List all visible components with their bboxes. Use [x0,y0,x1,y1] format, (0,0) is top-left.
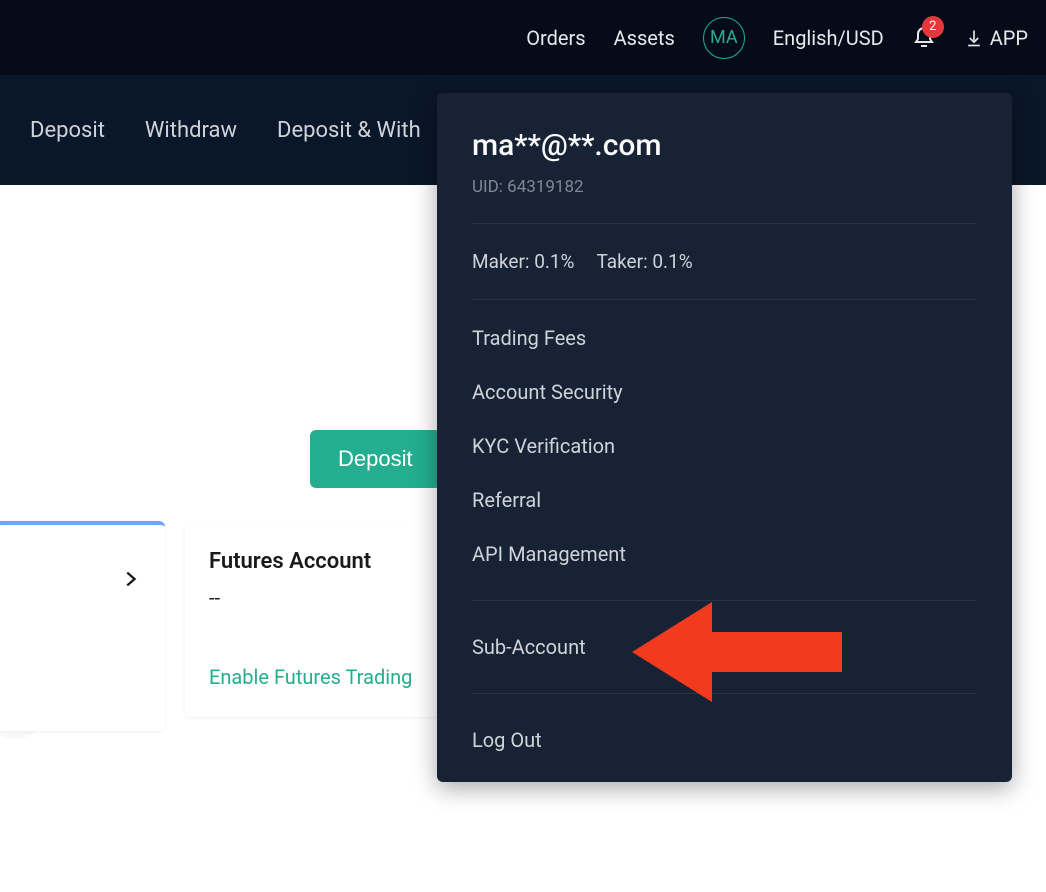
divider [472,223,977,224]
deposit-button[interactable]: Deposit [310,430,441,488]
subnav-deposit-withdraw-history[interactable]: Deposit & With [277,118,421,143]
divider [472,299,977,300]
subnav-deposit[interactable]: Deposit [30,118,105,143]
account-uid: UID: 64319182 [472,177,977,197]
maker-fee: Maker: 0.1% [472,250,574,273]
futures-card-value: -- [209,586,421,610]
menu-kyc-verification[interactable]: KYC Verification [472,434,977,458]
chevron-right-icon [119,565,141,593]
avatar-initials: MA [710,27,738,48]
fee-rates: Maker: 0.1% Taker: 0.1% [472,250,977,273]
notifications-button[interactable]: 2 [912,26,936,50]
account-email: ma**@**.com [472,128,977,163]
futures-account-card[interactable]: Futures Account -- Enable Futures Tradin… [185,521,445,717]
subnav-withdraw[interactable]: Withdraw [145,118,237,143]
taker-fee: Taker: 0.1% [596,250,692,273]
account-menu: Trading Fees Account Security KYC Verifi… [472,326,977,752]
divider [472,693,977,694]
download-icon [964,28,984,48]
notification-badge: 2 [922,16,944,38]
account-cards-row: Futures Account -- Enable Futures Tradin… [0,521,445,731]
divider [472,600,977,601]
account-dropdown: ma**@**.com UID: 64319182 Maker: 0.1% Ta… [437,93,1012,782]
language-currency-selector[interactable]: English/USD [773,26,884,50]
avatar[interactable]: MA [703,17,745,59]
futures-card-title: Futures Account [209,549,421,574]
menu-account-security[interactable]: Account Security [472,380,977,404]
enable-futures-link[interactable]: Enable Futures Trading [209,665,421,689]
menu-referral[interactable]: Referral [472,488,977,512]
menu-trading-fees[interactable]: Trading Fees [472,326,977,350]
nav-assets[interactable]: Assets [614,26,675,50]
app-download-button[interactable]: APP [964,26,1028,50]
menu-api-management[interactable]: API Management [472,542,977,566]
top-header: Orders Assets MA English/USD 2 APP [0,0,1046,75]
app-download-label: APP [990,26,1028,50]
menu-sub-account[interactable]: Sub-Account [472,635,977,659]
nav-orders[interactable]: Orders [526,26,585,50]
menu-log-out[interactable]: Log Out [472,728,977,752]
account-card-previous[interactable] [0,521,165,731]
